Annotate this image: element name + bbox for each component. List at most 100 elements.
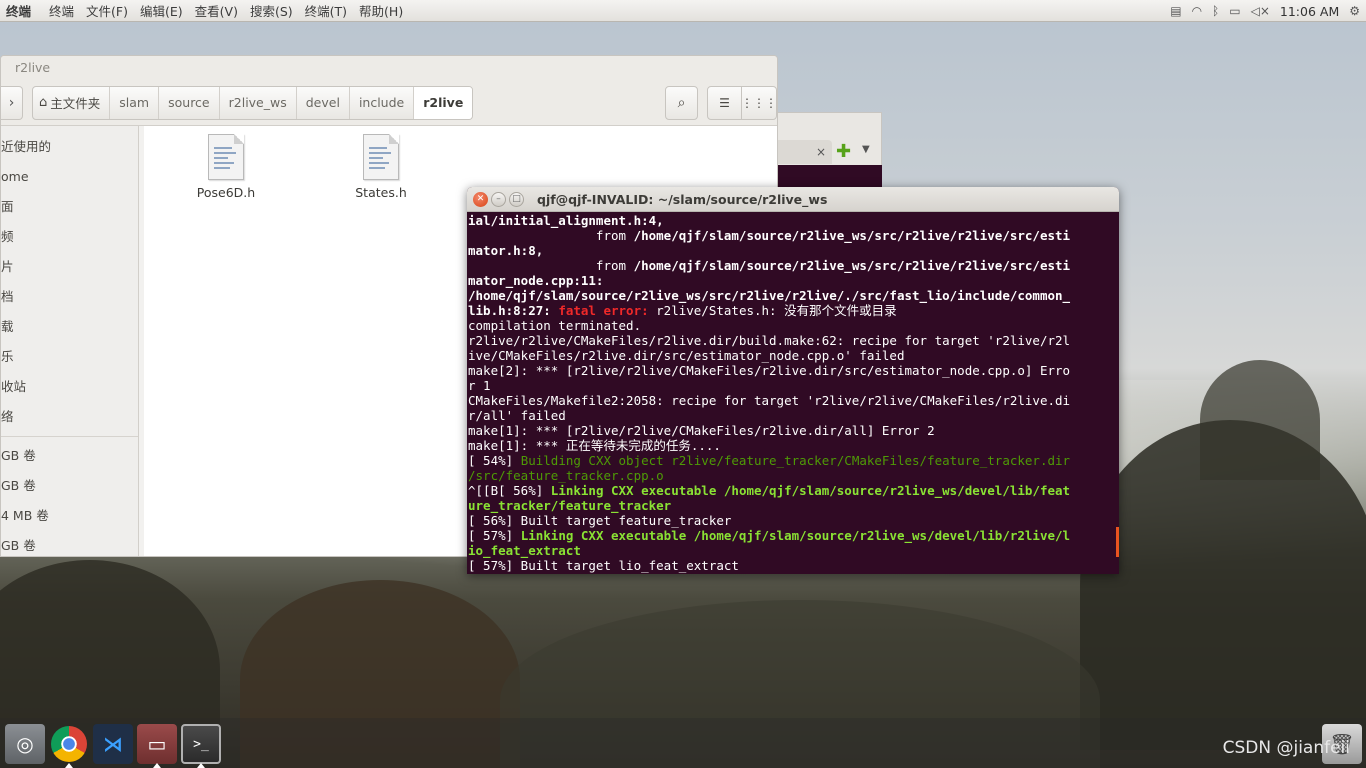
active-app-name: 终端 (6, 4, 32, 19)
sidebar-item-network[interactable]: 络 (1, 402, 138, 432)
terminal-text: /home/qjf/slam/source/r2live_ws/src/r2li… (633, 228, 1071, 243)
menu-terminal[interactable]: 终端 (43, 1, 80, 20)
text-file-icon (363, 134, 399, 180)
terminal-text: from (468, 228, 634, 243)
sidebar-item-pictures[interactable]: 片 (1, 252, 138, 282)
terminal-text: ^[[B[ 56%] (468, 483, 551, 498)
dash-home-button[interactable]: ◎ (5, 724, 45, 764)
gear-icon[interactable]: ⚙ (1349, 4, 1360, 18)
sidebar-item-volume[interactable]: GB 卷 (1, 531, 138, 556)
maximize-window-button[interactable]: □ (509, 191, 524, 207)
search-button[interactable]: ⌕ (665, 86, 698, 120)
home-icon: ⌂ (39, 95, 48, 110)
terminal-text: /home/qjf/slam/source/r2live_ws/src/r2li… (468, 288, 1071, 303)
breadcrumb-item[interactable]: source (159, 86, 220, 119)
system-tray: ▤ ◠ ᛒ ▭ ◁× 11:06 AM ⚙ (1170, 0, 1366, 22)
terminal-text: [ 56%] Built target feature_tracker (468, 513, 732, 528)
running-indicator (65, 763, 73, 768)
new-tab-icon[interactable]: ✚ (836, 142, 851, 162)
grid-view-icon[interactable]: ⋮⋮⋮ (741, 87, 776, 119)
sidebar-item-trash[interactable]: 收站 (1, 372, 138, 402)
battery-icon[interactable]: ▭ (1229, 4, 1240, 18)
breadcrumb-home[interactable]: ⌂ 主文件夹 (33, 86, 111, 119)
terminal-text: ive/CMakeFiles/r2live.dir/src/estimator_… (468, 348, 905, 363)
menu-search[interactable]: 搜索(S) (244, 1, 299, 20)
files-launcher-icon[interactable]: ▭ (137, 724, 177, 764)
terminal-line: r/all' failed (468, 408, 1119, 423)
breadcrumb: ⌂ 主文件夹 slam source r2live_ws devel inclu… (32, 85, 474, 120)
close-window-button[interactable]: ✕ (473, 191, 488, 207)
terminal-title: qjf@qjf-INVALID: ~/slam/source/r2live_ws (537, 191, 828, 207)
terminal-text: ure_tracker/feature_tracker (468, 498, 672, 513)
menu-terminal-t[interactable]: 终端(T) (299, 1, 353, 20)
menu-file[interactable]: 文件(F) (80, 1, 134, 20)
terminal-line: /home/qjf/slam/source/r2live_ws/src/r2li… (468, 288, 1119, 303)
watermark-text: CSDN @jianfeii (1222, 738, 1350, 758)
clock[interactable]: 11:06 AM (1280, 4, 1339, 19)
terminal-line: [ 54%] Building CXX object r2live/featur… (468, 453, 1119, 468)
terminal-window: ✕ – □ qjf@qjf-INVALID: ~/slam/source/r2l… (467, 187, 1119, 574)
terminal-text: fatal error: (558, 303, 657, 318)
sidebar-item-downloads[interactable]: 载 (1, 312, 138, 342)
launcher-dock: ◎ ⋊ ▭ >_ 🗑 CSDN @jianfeii (0, 718, 1366, 768)
terminal-line: compilation terminated. (468, 318, 1119, 333)
terminal-text: r2live/States.h: 没有那个文件或目录 (656, 303, 897, 318)
breadcrumb-current[interactable]: r2live (414, 86, 473, 119)
sidebar-item-videos[interactable]: 频 (1, 222, 138, 252)
sidebar-item-volume[interactable]: GB 卷 (1, 471, 138, 501)
terminal-launcher-icon[interactable]: >_ (181, 724, 221, 764)
sidebar-item-volume[interactable]: GB 卷 (1, 441, 138, 471)
terminal-line: from /home/qjf/slam/source/r2live_ws/src… (468, 258, 1119, 273)
keyboard-icon[interactable]: ▤ (1170, 4, 1181, 18)
breadcrumb-item[interactable]: r2live_ws (220, 86, 297, 119)
terminal-tab[interactable]: × (778, 140, 832, 164)
terminal-line: from /home/qjf/slam/source/r2live_ws/src… (468, 228, 1119, 243)
wifi-icon[interactable]: ◠ (1192, 4, 1202, 18)
top-panel: 终端 终端 文件(F) 编辑(E) 查看(V) 搜索(S) 终端(T) 帮助(H… (0, 0, 1366, 22)
terminal-text: ial/initial_alignment.h:4, (468, 213, 664, 228)
sidebar-item-recent[interactable]: 近使用的 (1, 132, 138, 162)
minimize-window-button[interactable]: – (491, 191, 506, 207)
bluetooth-icon[interactable]: ᛒ (1212, 4, 1219, 18)
list-view-icon[interactable]: ☰ (708, 87, 742, 119)
file-item[interactable]: States.h (321, 134, 441, 200)
search-icon: ⌕ (677, 95, 686, 111)
window-title: r2live (1, 56, 777, 80)
close-icon[interactable]: × (816, 145, 826, 159)
terminal-line: io_feat_extract (468, 543, 1119, 558)
sidebar-item-music[interactable]: 乐 (1, 342, 138, 372)
sidebar-item-desktop[interactable]: 面 (1, 192, 138, 222)
running-indicator (197, 763, 205, 768)
terminal-text: r2live/r2live/CMakeFiles/r2live.dir/buil… (468, 333, 1071, 348)
chevron-down-icon[interactable]: ▼ (862, 144, 870, 155)
desktop-tree (1200, 360, 1320, 480)
terminal-output[interactable]: ial/initial_alignment.h:4, from /home/qj… (467, 212, 1119, 573)
terminal-line: make[2]: *** [r2live/r2live/CMakeFiles/r… (468, 363, 1119, 378)
terminal-text: [ 54%] (468, 453, 521, 468)
sidebar-item-volume[interactable]: 4 MB 卷 (1, 501, 138, 531)
terminal-text: [ 57%] Built target lio_feat_extract (468, 558, 739, 573)
terminal-text: /src/feature_tracker.cpp.o (468, 468, 664, 483)
forward-button[interactable]: › (1, 85, 23, 120)
menu-help[interactable]: 帮助(H) (353, 1, 409, 20)
terminal-text: Building CXX object r2live/feature_track… (520, 453, 1071, 468)
terminal-text: mator.h:8, (468, 243, 544, 258)
volume-icon[interactable]: ◁× (1251, 4, 1270, 18)
terminal-text: [ 57%] (468, 528, 521, 543)
menu-view[interactable]: 查看(V) (189, 1, 244, 20)
chrome-launcher-icon[interactable] (51, 726, 87, 762)
terminal-line: /src/feature_tracker.cpp.o (468, 468, 1119, 483)
terminal-line: ive/CMakeFiles/r2live.dir/src/estimator_… (468, 348, 1119, 363)
file-item[interactable]: Pose6D.h (166, 134, 286, 200)
terminal-text: make[1]: *** [r2live/r2live/CMakeFiles/r… (468, 423, 935, 438)
sidebar-item-home[interactable]: ome (1, 162, 138, 192)
menu-edit[interactable]: 编辑(E) (134, 1, 189, 20)
breadcrumb-item[interactable]: include (350, 86, 415, 119)
breadcrumb-item[interactable]: devel (297, 86, 350, 119)
breadcrumb-item[interactable]: slam (110, 86, 160, 119)
background-terminal-window[interactable]: × ✚ ▼ (778, 112, 882, 192)
scrollbar-indicator[interactable] (1116, 527, 1119, 557)
vscode-launcher-icon[interactable]: ⋊ (93, 724, 133, 764)
sidebar-item-documents[interactable]: 档 (1, 282, 138, 312)
terminal-text: r/all' failed (468, 408, 566, 423)
